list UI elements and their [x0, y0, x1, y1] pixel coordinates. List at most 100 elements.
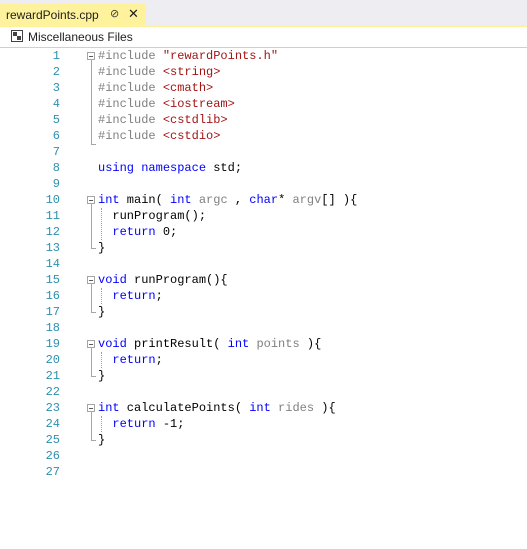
- code-text[interactable]: }: [98, 368, 105, 384]
- code-line[interactable]: 26: [0, 448, 527, 464]
- code-line[interactable]: 1 #include "rewardPoints.h": [0, 48, 527, 64]
- line-number: 24: [45, 417, 60, 431]
- line-number: 21: [45, 369, 60, 383]
- code-text[interactable]: void runProgram(){: [98, 272, 228, 288]
- line-number: 16: [45, 289, 60, 303]
- code-text[interactable]: }: [98, 304, 105, 320]
- code-line[interactable]: 15 void runProgram(){: [0, 272, 527, 288]
- code-text[interactable]: #include "rewardPoints.h": [98, 48, 278, 64]
- code-line[interactable]: 23 int calculatePoints( int rides ){: [0, 400, 527, 416]
- line-number: 4: [52, 97, 60, 111]
- code-editor[interactable]: 1 #include "rewardPoints.h" 2 #include <str…: [0, 48, 527, 549]
- code-line[interactable]: 12 return 0;: [0, 224, 527, 240]
- code-text[interactable]: #include <iostream>: [98, 96, 235, 112]
- code-token: }: [98, 305, 106, 319]
- code-line[interactable]: 17}: [0, 304, 527, 320]
- line-number: 14: [45, 257, 60, 271]
- code-token: return: [112, 289, 156, 303]
- code-text[interactable]: runProgram();: [98, 208, 206, 224]
- line-number: 11: [45, 209, 60, 223]
- code-line[interactable]: 21}: [0, 368, 527, 384]
- tab-rewardpoints-cpp[interactable]: rewardPoints.cpp ⊘ ✕: [0, 4, 146, 25]
- line-number: 6: [52, 129, 60, 143]
- code-token: points: [256, 337, 300, 351]
- code-token: rides: [278, 401, 315, 415]
- line-number: 9: [52, 177, 60, 191]
- code-token: void: [98, 273, 127, 287]
- code-token: char: [249, 193, 279, 207]
- line-number: 1: [52, 49, 60, 63]
- code-token: calculatePoints(: [119, 401, 250, 415]
- code-line[interactable]: 13}: [0, 240, 527, 256]
- code-token: int: [227, 337, 250, 351]
- code-token: std;: [206, 161, 243, 175]
- code-line[interactable]: 8 using namespace std;: [0, 160, 527, 176]
- code-line[interactable]: 4 #include <iostream>: [0, 96, 527, 112]
- code-line[interactable]: 11 runProgram();: [0, 208, 527, 224]
- code-text[interactable]: }: [98, 240, 105, 256]
- line-number: 3: [52, 81, 60, 95]
- code-line[interactable]: 5 #include <cstdlib>: [0, 112, 527, 128]
- pin-icon[interactable]: ⊘: [110, 7, 119, 20]
- code-token: main(: [119, 193, 171, 207]
- code-text[interactable]: #include <cmath>: [98, 80, 213, 96]
- code-text[interactable]: #include <cstdlib>: [98, 112, 228, 128]
- code-token: #include: [98, 129, 163, 143]
- code-token: ;: [155, 353, 163, 367]
- code-text[interactable]: return 0;: [98, 224, 177, 240]
- code-line[interactable]: 18: [0, 320, 527, 336]
- code-token: <cstdlib>: [162, 113, 228, 127]
- document-tab-bar: rewardPoints.cpp ⊘ ✕: [0, 0, 527, 25]
- tab-title: rewardPoints.cpp: [6, 8, 99, 22]
- code-line[interactable]: 6 #include <cstdio>: [0, 128, 527, 144]
- code-token: int: [249, 401, 271, 415]
- code-line[interactable]: 25}: [0, 432, 527, 448]
- code-line[interactable]: 27: [0, 464, 527, 480]
- code-line[interactable]: 24 return -1;: [0, 416, 527, 432]
- code-token: runProgram(){: [126, 273, 228, 287]
- project-scope-dropdown[interactable]: Miscellaneous Files: [28, 30, 133, 44]
- line-number: 18: [45, 321, 60, 335]
- line-number: 26: [45, 449, 60, 463]
- line-number: 17: [45, 305, 60, 319]
- code-token: <string>: [162, 65, 221, 79]
- code-text[interactable]: return;: [98, 288, 162, 304]
- code-text[interactable]: void printResult( int points ){: [98, 336, 321, 352]
- code-token: #include: [98, 97, 163, 111]
- code-line[interactable]: 10 int main( int argc , char* argv[] ){: [0, 192, 527, 208]
- code-text[interactable]: }: [98, 432, 105, 448]
- misc-files-icon: [11, 30, 23, 42]
- code-token: return: [112, 417, 156, 431]
- code-line[interactable]: 7: [0, 144, 527, 160]
- code-line[interactable]: 2 #include <string>: [0, 64, 527, 80]
- code-token: -1;: [155, 417, 185, 431]
- line-number: 23: [45, 401, 60, 415]
- line-number: 19: [45, 337, 60, 351]
- code-line[interactable]: 20 return;: [0, 352, 527, 368]
- code-token: ,: [227, 193, 250, 207]
- code-line[interactable]: 22: [0, 384, 527, 400]
- code-token: "rewardPoints.h": [162, 49, 279, 63]
- code-line[interactable]: 19 void printResult( int points ){: [0, 336, 527, 352]
- code-line[interactable]: 16 return;: [0, 288, 527, 304]
- close-icon[interactable]: ✕: [128, 6, 139, 22]
- code-text[interactable]: return;: [98, 352, 163, 368]
- code-text[interactable]: #include <cstdio>: [98, 128, 220, 144]
- code-token: #include: [98, 49, 163, 63]
- code-token: ){: [314, 401, 336, 415]
- line-number: 5: [52, 113, 60, 127]
- code-text[interactable]: int calculatePoints( int rides ){: [98, 400, 336, 416]
- code-line[interactable]: 14: [0, 256, 527, 272]
- code-text[interactable]: #include <string>: [98, 64, 220, 80]
- code-text[interactable]: int main( int argc , char* argv[] ){: [98, 192, 357, 208]
- code-text[interactable]: using namespace std;: [98, 160, 242, 176]
- code-token: ){: [299, 337, 322, 351]
- code-token: #include: [98, 65, 163, 79]
- code-token: printResult(: [126, 337, 228, 351]
- line-number: 15: [45, 273, 60, 287]
- navigation-bar[interactable]: Miscellaneous Files: [0, 27, 527, 48]
- code-line[interactable]: 3 #include <cmath>: [0, 80, 527, 96]
- code-line[interactable]: 9: [0, 176, 527, 192]
- code-text[interactable]: return -1;: [98, 416, 184, 432]
